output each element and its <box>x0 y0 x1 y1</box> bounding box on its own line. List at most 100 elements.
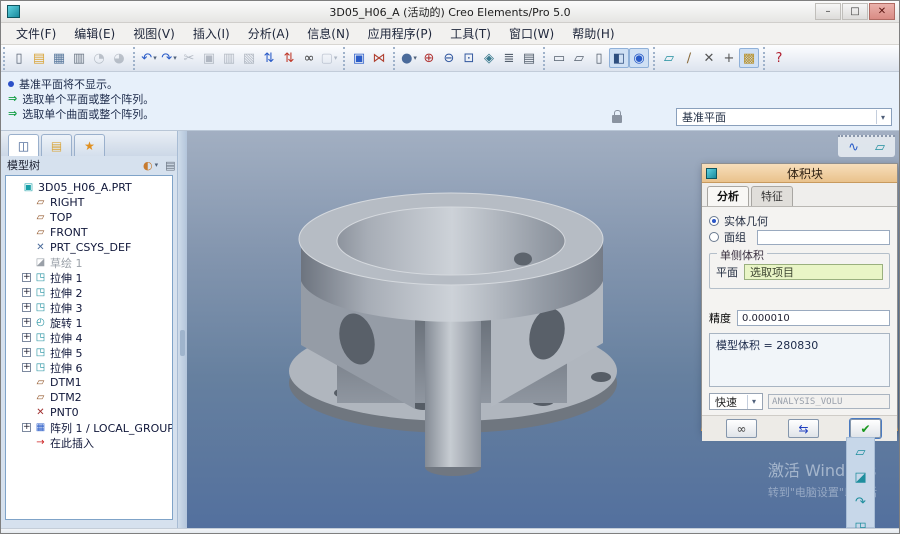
tree-item-dtm2[interactable]: ▱DTM2 <box>6 390 172 405</box>
layers-icon[interactable]: ≣ <box>499 48 519 68</box>
minimize-button[interactable]: – <box>815 3 841 20</box>
save-icon[interactable]: ▦ <box>49 48 69 68</box>
datum-points-toggle-icon[interactable]: ✕ <box>699 48 719 68</box>
right-tool-arrow-icon[interactable]: ↷ <box>855 496 866 509</box>
analysis-graph-icon[interactable]: ∿ <box>848 141 859 154</box>
shaded-sphere-icon[interactable]: ●▾ <box>399 48 419 68</box>
tree-item-part-root[interactable]: ▣3D05_H06_A.PRT <box>6 180 172 195</box>
view-manager-icon[interactable]: ▤ <box>519 48 539 68</box>
tab-folder-browser[interactable]: ▤ <box>41 134 72 156</box>
tree-item-extrude-3[interactable]: +◳拉伸 3 <box>6 300 172 315</box>
compute-mode-combo[interactable]: 快速 ▾ <box>709 393 763 410</box>
expand-icon[interactable]: + <box>22 333 31 342</box>
tree-item-pnt0[interactable]: ✕PNT0 <box>6 405 172 420</box>
right-tool-plane-icon[interactable]: ▱ <box>856 446 866 459</box>
reorient-icon[interactable]: ◈ <box>479 48 499 68</box>
lock-icon[interactable] <box>612 115 622 123</box>
regenerate-manager-icon[interactable]: ⇅ <box>279 48 299 68</box>
dialog-title-bar[interactable]: 体积块 <box>702 164 897 183</box>
tree-item-extrude-2[interactable]: +◳拉伸 2 <box>6 285 172 300</box>
datum-axes-toggle-icon[interactable]: ∕ <box>679 48 699 68</box>
tab-model-tree[interactable]: ◫ <box>8 134 39 156</box>
tree-item-sketch-1[interactable]: ◪草绘 1 <box>6 255 172 270</box>
graphics-area[interactable]: ∿ ▱ 体积块 分析 特征 实体几何 <box>187 131 899 528</box>
analysis-name-input[interactable] <box>768 394 890 409</box>
print-icon[interactable]: ▥ <box>69 48 89 68</box>
tree-item-front-plane[interactable]: ▱FRONT <box>6 225 172 240</box>
right-tool-extrude-icon[interactable]: ◳ <box>854 521 866 528</box>
help-icon[interactable]: ? <box>769 48 789 68</box>
precision-input[interactable] <box>737 310 890 326</box>
menu-insert[interactable]: 插入(I) <box>184 22 239 45</box>
refit-icon[interactable]: ⊡ <box>459 48 479 68</box>
shaded-mode-icon[interactable]: ◧ <box>609 48 629 68</box>
delete-old-versions-icon[interactable]: ◕ <box>109 48 129 68</box>
expand-icon[interactable]: + <box>22 423 31 432</box>
menu-tools[interactable]: 工具(T) <box>441 22 500 45</box>
expand-icon[interactable]: + <box>22 318 31 327</box>
open-file-icon[interactable]: ▤ <box>29 48 49 68</box>
copy-icon[interactable]: ▣ <box>199 48 219 68</box>
hidden-line-icon[interactable]: ▱ <box>569 48 589 68</box>
menu-info[interactable]: 信息(N) <box>298 22 358 45</box>
datum-planes-toggle-icon[interactable]: ▱ <box>659 48 679 68</box>
menu-view[interactable]: 视图(V) <box>124 22 184 45</box>
tree-item-dtm1[interactable]: ▱DTM1 <box>6 375 172 390</box>
tree-item-right-plane[interactable]: ▱RIGHT <box>6 195 172 210</box>
expand-icon[interactable]: + <box>22 288 31 297</box>
zoom-in-icon[interactable]: ⊕ <box>419 48 439 68</box>
erase-display-icon[interactable]: ◔ <box>89 48 109 68</box>
undo-icon[interactable]: ↶▾ <box>139 48 159 68</box>
tree-item-extrude-4[interactable]: +◳拉伸 4 <box>6 330 172 345</box>
tree-item-extrude-6[interactable]: +◳拉伸 6 <box>6 360 172 375</box>
menu-applications[interactable]: 应用程序(P) <box>359 22 442 45</box>
preview-button[interactable]: ∞ <box>726 419 757 438</box>
tree-item-revolve-1[interactable]: +◴旋转 1 <box>6 315 172 330</box>
ok-button[interactable]: ✔ <box>850 419 881 438</box>
tree-item-extrude-5[interactable]: +◳拉伸 5 <box>6 345 172 360</box>
menu-analysis[interactable]: 分析(A) <box>239 22 299 45</box>
plane-collector-field[interactable]: 选取项目 <box>744 264 883 280</box>
tree-item-extrude-1[interactable]: +◳拉伸 1 <box>6 270 172 285</box>
menu-file[interactable]: 文件(F) <box>7 22 65 45</box>
radio-quilt[interactable]: 面组 <box>709 229 890 245</box>
wireframe-icon[interactable]: ▭ <box>549 48 569 68</box>
new-file-icon[interactable]: ▯ <box>9 48 29 68</box>
dialog-tab-feature[interactable]: 特征 <box>751 186 793 206</box>
annotations-toggle-icon[interactable]: ▩ <box>739 48 759 68</box>
menu-edit[interactable]: 编辑(E) <box>65 22 124 45</box>
dialog-tab-analysis[interactable]: 分析 <box>707 186 749 206</box>
expand-icon[interactable]: + <box>22 303 31 312</box>
tree-item-top-plane[interactable]: ▱TOP <box>6 210 172 225</box>
expand-icon[interactable]: + <box>22 273 31 282</box>
tree-show-icon[interactable]: ◐▾ <box>143 159 158 172</box>
right-tool-sketch-icon[interactable]: ◪ <box>854 471 866 484</box>
redo-icon[interactable]: ↷▾ <box>159 48 179 68</box>
zoom-out-icon[interactable]: ⊖ <box>439 48 459 68</box>
no-hidden-icon[interactable]: ▯ <box>589 48 609 68</box>
maximize-button[interactable]: □ <box>842 3 868 20</box>
close-button[interactable]: ✕ <box>869 3 895 20</box>
tab-favorites[interactable]: ★ <box>74 134 105 156</box>
tree-item-pattern-1[interactable]: +▦阵列 1 / LOCAL_GROUP <box>6 420 172 435</box>
display-settings-icon[interactable]: ▣ <box>349 48 369 68</box>
regenerate-icon[interactable]: ⇅ <box>259 48 279 68</box>
datum-csys-toggle-icon[interactable]: + <box>719 48 739 68</box>
find-icon[interactable]: ∞ <box>299 48 319 68</box>
expand-icon[interactable]: + <box>22 363 31 372</box>
select-box-icon[interactable]: ▢▾ <box>319 48 339 68</box>
menu-window[interactable]: 窗口(W) <box>500 22 563 45</box>
enhanced-realism-icon[interactable]: ◉ <box>629 48 649 68</box>
tree-item-insert-here[interactable]: →在此插入 <box>6 435 172 450</box>
selection-filter-combo[interactable]: 基准平面 ▾ <box>676 108 892 126</box>
cut-icon[interactable]: ✂ <box>179 48 199 68</box>
paste-icon[interactable]: ▥ <box>219 48 239 68</box>
radio-solid-geometry[interactable]: 实体几何 <box>709 213 890 229</box>
repeat-button[interactable]: ⇆ <box>788 419 819 438</box>
paste-special-icon[interactable]: ▧ <box>239 48 259 68</box>
connections-icon[interactable]: ⋈ <box>369 48 389 68</box>
navigator-sash[interactable] <box>177 131 187 528</box>
expand-icon[interactable]: + <box>22 348 31 357</box>
tree-item-csys[interactable]: ✕PRT_CSYS_DEF <box>6 240 172 255</box>
datum-mini-icon[interactable]: ▱ <box>875 141 885 154</box>
